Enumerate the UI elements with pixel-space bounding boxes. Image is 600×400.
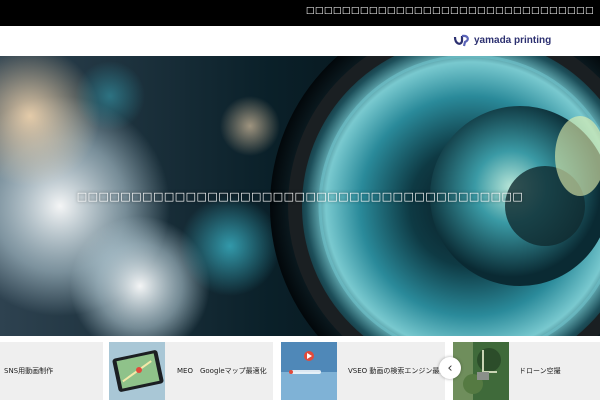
service-card-label: SNS用動画制作: [4, 367, 54, 375]
carousel-prev-button[interactable]: ‹: [439, 357, 461, 379]
yp-logo-icon[interactable]: [453, 34, 471, 48]
service-card-meo[interactable]: MEO Googleマップ最適化: [109, 342, 273, 400]
chevron-left-icon: ‹: [447, 360, 453, 376]
hero-banner: □□□□□□□□□□□□□□□□□□□□□□□□□□□□□□□□□□□□□□□□…: [0, 56, 600, 336]
top-bar: □□□□□□□□□□□□□□□□□□□□□□□□□□□□□□□□: [0, 0, 600, 26]
top-bar-text: □□□□□□□□□□□□□□□□□□□□□□□□□□□□□□□□: [305, 6, 594, 16]
service-card-label: MEO Googleマップ最適化: [177, 367, 267, 375]
brand-name[interactable]: yamada printing: [474, 35, 551, 46]
tablet-map-thumbnail: [109, 342, 165, 400]
service-card-drone[interactable]: ドローン空撮: [453, 342, 600, 400]
service-card-label: ドローン空撮: [519, 367, 561, 375]
site-header: yamada printing: [0, 26, 600, 56]
hero-caption: □□□□□□□□□□□□□□□□□□□□□□□□□□□□□□□□□□□□□□□□…: [76, 190, 524, 203]
video-search-thumbnail: [281, 342, 337, 400]
service-card-sns-video[interactable]: SNS用動画制作: [0, 342, 103, 400]
service-carousel: SNS用動画制作 MEO Googleマップ最適化 VSEO 動画の検索エンジン…: [0, 336, 600, 400]
service-card-vseo[interactable]: VSEO 動画の検索エンジン最適化: [281, 342, 453, 400]
service-card-label: VSEO 動画の検索エンジン最適化: [348, 367, 454, 375]
drone-aerial-thumbnail: [453, 342, 509, 400]
